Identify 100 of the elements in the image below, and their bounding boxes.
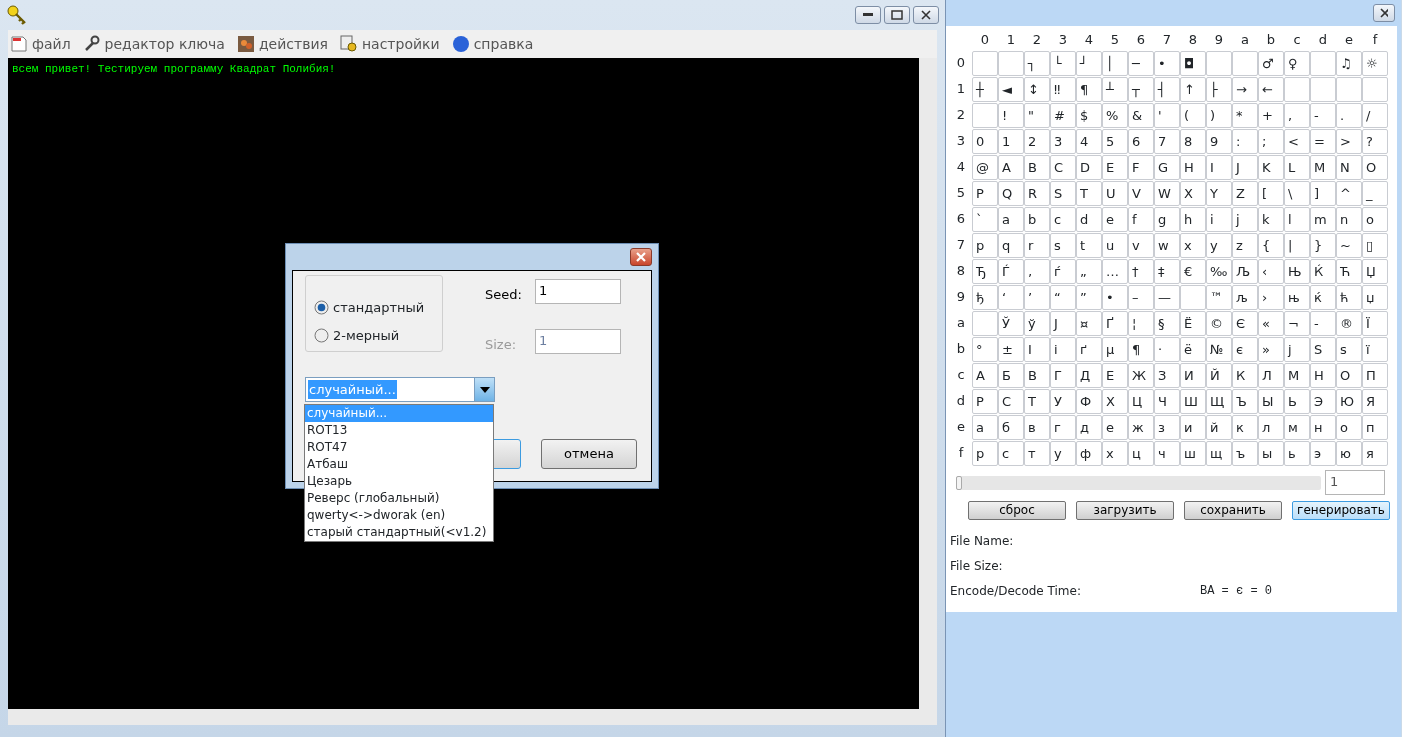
action-button[interactable]: генерировать [1292,501,1390,520]
table-cell[interactable]: Z [1232,180,1258,206]
table-cell[interactable]: W [1154,180,1180,206]
table-cell[interactable]: ” [1076,284,1102,310]
table-cell[interactable]: $ [1076,102,1102,128]
table-cell[interactable]: Љ [1232,258,1258,284]
table-cell[interactable] [1336,76,1362,102]
table-cell[interactable]: њ [1284,284,1310,310]
table-cell[interactable]: Ѕ [1310,336,1336,362]
table-cell[interactable]: ї [1362,336,1388,362]
table-cell[interactable]: ђ [972,284,998,310]
table-cell[interactable]: ё [1180,336,1206,362]
table-cell[interactable]: x [1180,232,1206,258]
table-cell[interactable]: % [1102,102,1128,128]
table-cell[interactable]: [ [1258,180,1284,206]
table-cell[interactable]: Ј [1050,310,1076,336]
table-cell[interactable]: ‡ [1154,258,1180,284]
table-cell[interactable]: 1 [998,128,1024,154]
table-cell[interactable]: p [972,232,998,258]
table-cell[interactable]: X [1180,180,1206,206]
table-cell[interactable]: ‹ [1258,258,1284,284]
table-cell[interactable]: ┼ [972,76,998,102]
table-cell[interactable]: і [1050,336,1076,362]
table-cell[interactable]: “ [1050,284,1076,310]
table-cell[interactable]: Џ [1362,258,1388,284]
table-cell[interactable]: ќ [1310,284,1336,310]
minimize-button[interactable] [854,6,881,24]
table-cell[interactable]: \ [1284,180,1310,206]
table-cell[interactable]: V [1128,180,1154,206]
table-cell[interactable]: : [1232,128,1258,154]
table-cell[interactable]: ’ [1024,284,1050,310]
table-cell[interactable]: Ю [1336,388,1362,414]
table-cell[interactable] [1310,76,1336,102]
table-cell[interactable]: 4 [1076,128,1102,154]
table-cell[interactable]: z [1232,232,1258,258]
table-cell[interactable]: ‚ [1024,258,1050,284]
table-cell[interactable]: n [1336,206,1362,232]
dropdown-option[interactable]: Реверс (глобальный) [305,490,493,507]
table-cell[interactable]: у [1050,440,1076,466]
table-cell[interactable]: є [1232,336,1258,362]
table-cell[interactable]: D [1076,154,1102,180]
table-cell[interactable]: M [1310,154,1336,180]
table-cell[interactable]: › [1258,284,1284,310]
table-cell[interactable]: ¶ [1128,336,1154,362]
table-cell[interactable]: H [1180,154,1206,180]
table-cell[interactable]: c [1050,206,1076,232]
table-cell[interactable]: r [1024,232,1050,258]
table-cell[interactable]: Ў [998,310,1024,336]
table-cell[interactable]: G [1154,154,1180,180]
table-cell[interactable]: 7 [1154,128,1180,154]
table-cell[interactable]: Н [1310,362,1336,388]
table-cell[interactable]: ^ [1336,180,1362,206]
menu-item[interactable]: редактор ключа [80,33,235,55]
table-cell[interactable]: ◘ [1180,50,1206,76]
dialog-button[interactable]: отмена [541,439,637,469]
table-cell[interactable]: ц [1128,440,1154,466]
table-cell[interactable]: ж [1128,414,1154,440]
table-cell[interactable]: Њ [1284,258,1310,284]
table-cell[interactable]: ш [1180,440,1206,466]
table-cell[interactable]: « [1258,310,1284,336]
table-cell[interactable]: ± [998,336,1024,362]
table-cell[interactable]: П [1362,362,1388,388]
table-cell[interactable]: ѓ [1050,258,1076,284]
table-cell[interactable]: S [1050,180,1076,206]
table-cell[interactable]: . [1336,102,1362,128]
table-cell[interactable]: 5 [1102,128,1128,154]
table-cell[interactable]: ¤ [1076,310,1102,336]
table-cell[interactable]: Ь [1284,388,1310,414]
table-cell[interactable]: ┴ [1102,76,1128,102]
table-cell[interactable]: я [1362,440,1388,466]
table-cell[interactable]: Е [1102,362,1128,388]
table-cell[interactable]: ‼ [1050,76,1076,102]
table-cell[interactable]: б [998,414,1024,440]
menu-item[interactable]: настройки [337,33,450,55]
seed-field[interactable]: 1 [535,279,621,304]
table-cell[interactable]: в [1024,414,1050,440]
table-cell[interactable]: І [1024,336,1050,362]
dropdown-option[interactable]: qwerty<->dworak (en) [305,507,493,524]
table-cell[interactable]: ~ [1336,232,1362,258]
table-cell[interactable]: » [1258,336,1284,362]
table-cell[interactable]: U [1102,180,1128,206]
table-cell[interactable]: │ [1102,50,1128,76]
table-cell[interactable]: └ [1050,50,1076,76]
table-cell[interactable]: / [1362,102,1388,128]
table-cell[interactable]: , [1284,102,1310,128]
table-cell[interactable]: © [1206,310,1232,336]
table-cell[interactable]: ♂ [1258,50,1284,76]
dropdown-option[interactable]: старый стандартный(<v1.2) [305,524,493,541]
horizontal-scrollbar[interactable] [8,709,937,725]
table-cell[interactable]: Ы [1258,388,1284,414]
table-cell[interactable]: Є [1232,310,1258,336]
table-cell[interactable] [1232,50,1258,76]
table-cell[interactable]: ] [1310,180,1336,206]
table-cell[interactable]: " [1024,102,1050,128]
table-cell[interactable]: e [1102,206,1128,232]
table-cell[interactable]: ™ [1206,284,1232,310]
table-cell[interactable]: a [998,206,1024,232]
table-cell[interactable]: J [1232,154,1258,180]
table-cell[interactable]: Т [1024,388,1050,414]
table-cell[interactable]: Г [1050,362,1076,388]
